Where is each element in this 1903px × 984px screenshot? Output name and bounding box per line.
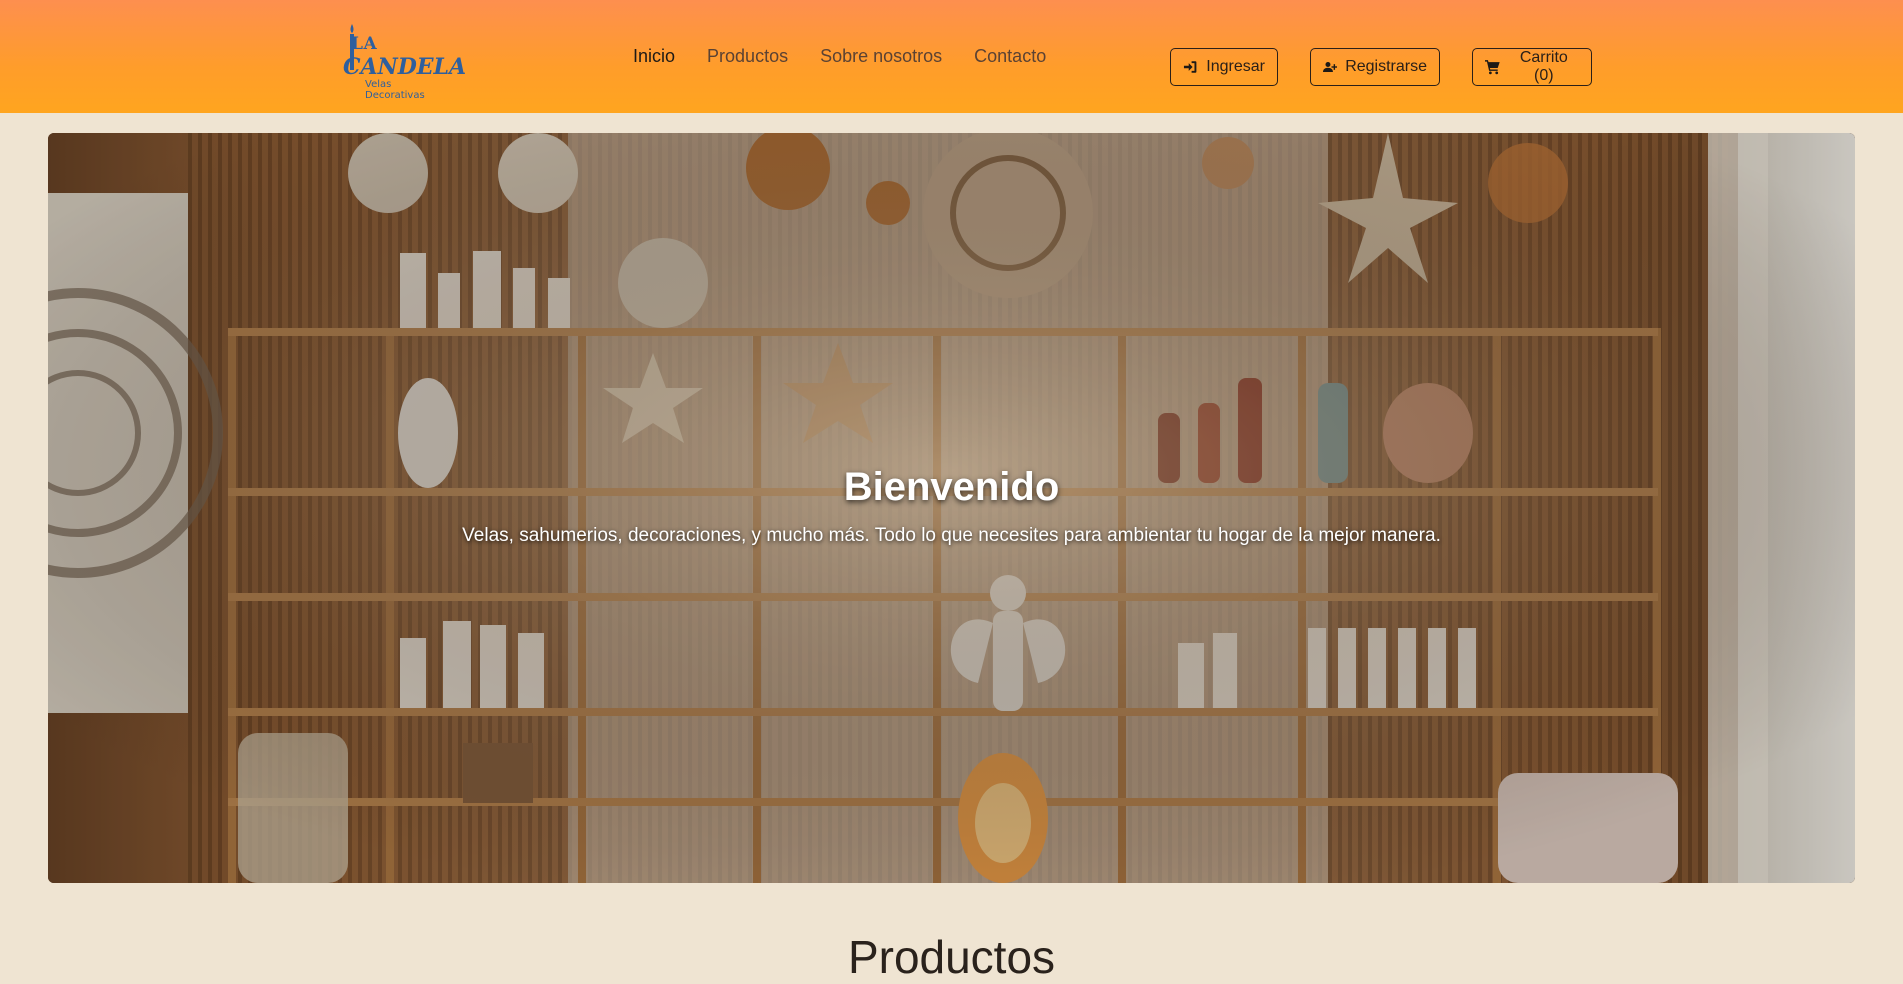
hero-banner: Bienvenido Velas, sahumerios, decoracion… — [48, 133, 1855, 883]
cart-label: Carrito (0) — [1519, 49, 1568, 84]
brand-tagline: Velas Decorativas — [365, 79, 425, 101]
login-label: Ingresar — [1206, 58, 1265, 75]
brand-line-1: LA — [351, 34, 378, 54]
nav-link-productos[interactable]: Productos — [707, 44, 788, 68]
nav-link-sobre-nosotros[interactable]: Sobre nosotros — [820, 44, 942, 68]
sign-in-icon — [1183, 61, 1197, 73]
brand-line-2: CANDELA — [343, 54, 467, 80]
register-button[interactable]: Registrarse — [1310, 48, 1440, 86]
brand-logo[interactable]: LA CANDELA Velas Decorativas — [343, 24, 466, 101]
nav-link-inicio[interactable]: Inicio — [633, 44, 675, 68]
user-plus-icon — [1323, 62, 1338, 72]
register-label: Registrarse — [1345, 58, 1427, 75]
main-nav: Inicio Productos Sobre nosotros Contacto — [633, 44, 1046, 68]
navbar: LA CANDELA Velas Decorativas Inicio Prod… — [0, 0, 1903, 113]
login-button[interactable]: Ingresar — [1170, 48, 1278, 86]
hero-subtitle: Velas, sahumerios, decoraciones, y mucho… — [462, 525, 1441, 546]
hero-title: Bienvenido — [843, 465, 1060, 509]
products-section-heading: Productos — [847, 931, 1056, 983]
nav-link-contacto[interactable]: Contacto — [974, 44, 1046, 68]
cart-icon — [1485, 60, 1500, 75]
cart-button[interactable]: Carrito (0) — [1472, 48, 1592, 86]
